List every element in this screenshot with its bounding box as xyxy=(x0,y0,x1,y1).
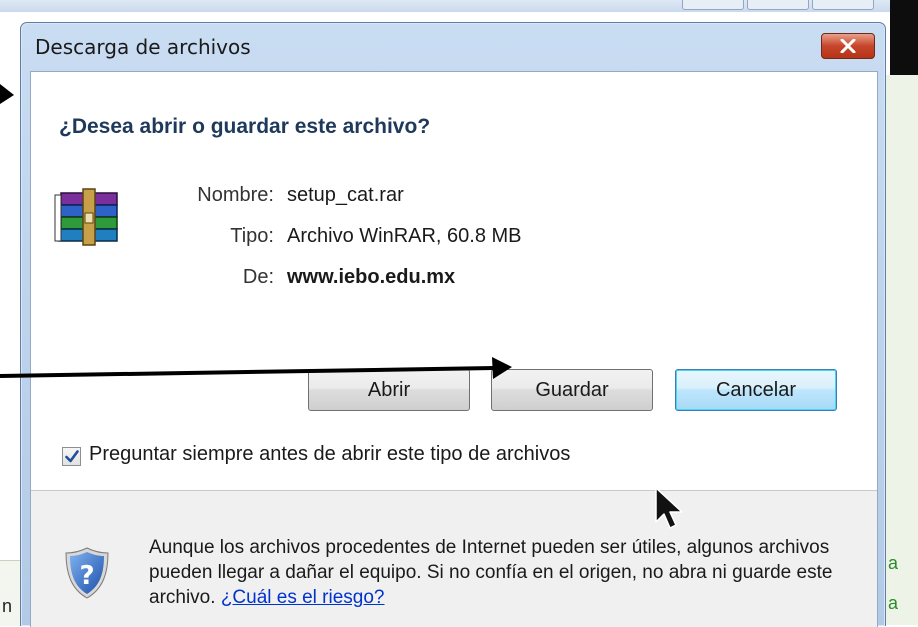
file-name-row: Nombre: setup_cat.rar xyxy=(31,184,731,212)
warning-message: Aunque los archivos procedentes de Inter… xyxy=(149,535,869,610)
background-dark-edge xyxy=(890,0,918,75)
background-window-toolbar xyxy=(0,0,918,12)
annotation-arrow-title xyxy=(0,84,14,104)
svg-text:?: ? xyxy=(79,561,94,591)
background-text: n xyxy=(2,596,13,616)
background-toolbar-button xyxy=(812,0,874,10)
risk-link[interactable]: ¿Cuál es el riesgo? xyxy=(221,587,385,608)
warning-panel: ? Aunque los archivos procedentes de Int… xyxy=(31,491,877,627)
checkmark-icon xyxy=(64,450,79,463)
background-text: a xyxy=(888,553,899,573)
file-download-dialog: Descarga de archivos ¿Desea abrir o guar… xyxy=(20,22,886,627)
file-source-label: De: xyxy=(242,266,274,288)
background-text: a xyxy=(888,593,899,613)
dialog-body: ¿Desea abrir o guardar este archivo? Nom… xyxy=(30,71,878,627)
close-button[interactable] xyxy=(821,33,875,59)
file-source-value: www.iebo.edu.mx xyxy=(287,266,456,288)
file-name-label: Nombre: xyxy=(197,184,274,206)
file-type-label: Tipo: xyxy=(230,225,274,247)
file-type-row: Tipo: Archivo WinRAR, 60.8 MB xyxy=(31,225,731,253)
file-type-value: Archivo WinRAR, 60.8 MB xyxy=(287,225,522,247)
background-toolbar-button xyxy=(747,0,809,10)
always-ask-checkbox[interactable] xyxy=(62,447,81,466)
file-source-row: De: www.iebo.edu.mx xyxy=(31,266,731,294)
dialog-title: Descarga de archivos xyxy=(35,35,251,59)
dialog-titlebar[interactable]: Descarga de archivos xyxy=(21,23,885,71)
security-shield-icon: ? xyxy=(65,547,109,599)
file-name-value: setup_cat.rar xyxy=(287,184,404,206)
close-icon xyxy=(840,39,856,53)
dialog-question: ¿Desea abrir o guardar este archivo? xyxy=(59,115,431,138)
always-ask-label[interactable]: Preguntar siempre antes de abrir este ti… xyxy=(89,443,570,466)
background-toolbar-button xyxy=(682,0,744,10)
background-page-strip: a a xyxy=(883,75,918,625)
save-button[interactable]: Guardar xyxy=(491,369,653,411)
cancel-button[interactable]: Cancelar xyxy=(675,369,837,411)
open-button[interactable]: Abrir xyxy=(308,369,470,411)
